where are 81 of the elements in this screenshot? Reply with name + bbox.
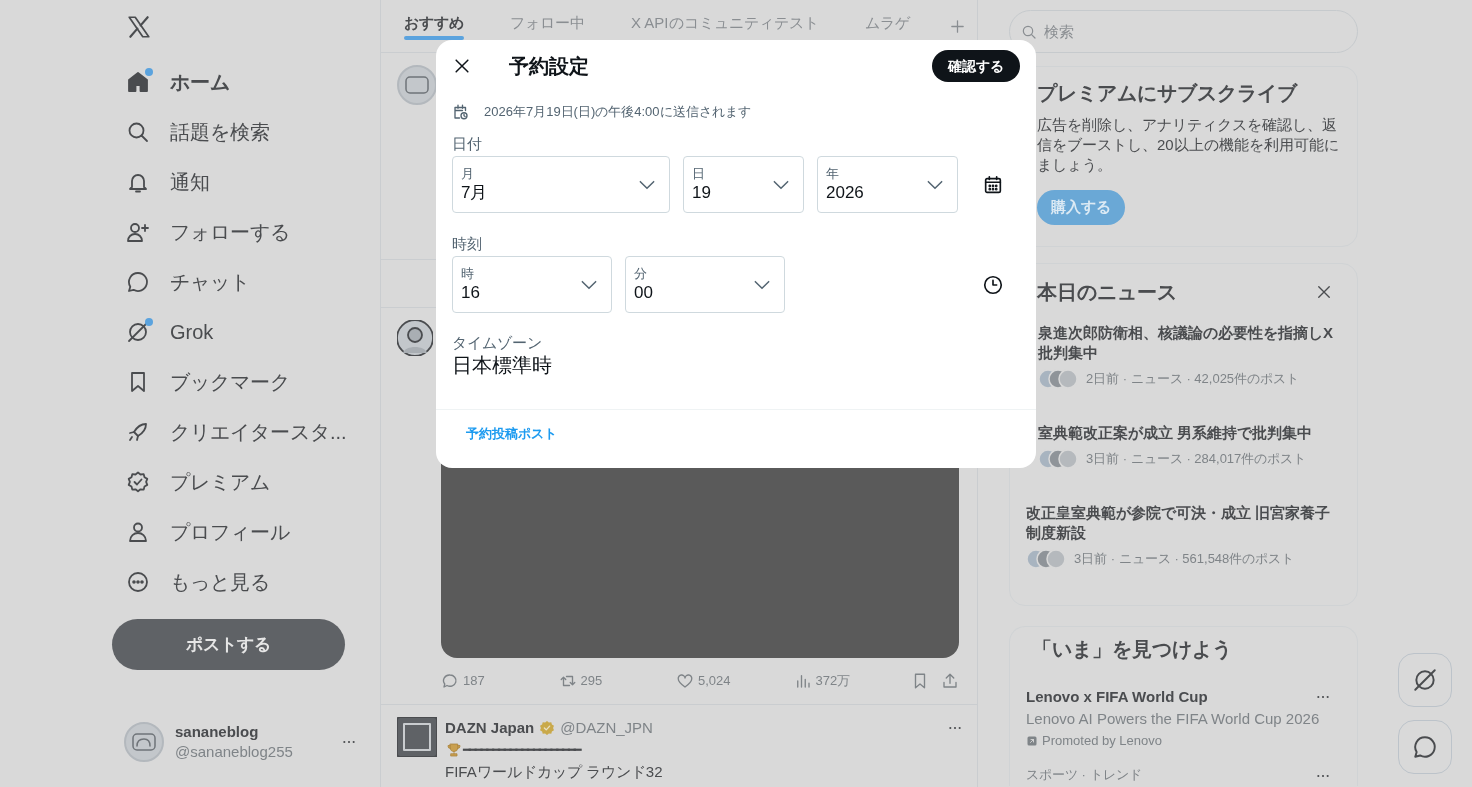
check-badge-icon [126,470,150,494]
schedule-summary: 2026年7月19日(日)の午後4:00に送信されます [484,103,751,122]
card-title: 「いま」を見つけよう [1032,637,1233,662]
nav-link[interactable]: プロフィール [112,507,290,557]
avatar-group [1038,369,1078,389]
grok-button[interactable] [1398,653,1452,707]
calendar-icon[interactable] [982,173,1004,196]
logo-icon[interactable] [126,14,152,40]
trend-subtitle: Lenovo AI Powers the FIFA World Cup 2026 [1026,709,1321,729]
search-icon [1021,24,1037,40]
news-item[interactable]: 改正皇室典範が参院で可決・成立 旧宮家養子 制度新設 3日前 · ニュース · 561,548件のポスト [1010,486,1357,586]
avatar-group [1026,549,1066,569]
nav-link[interactable]: チャット [112,257,250,307]
trophy-icon [445,741,463,759]
chat-button[interactable] [1398,720,1452,774]
search-icon [126,120,150,144]
field-label: タイムゾーン [451,333,543,353]
dialog-title: 予約設定 [509,54,589,79]
nav-link[interactable]: フォローする [112,207,290,257]
person-icon [126,520,150,544]
trend-title[interactable]: Lenovo x FIFA World Cup [1026,687,1341,707]
description-line: 信をブーストし、20以上の機能を利用可能に [1037,135,1340,155]
news-item[interactable]: 室典範改正案が成立 男系維持で批判集中 3日前 · ニュース · 284,017件のポスト [1010,406,1357,486]
reply-icon [441,672,459,690]
nav-link[interactable]: もっと見る [112,557,270,607]
avatar [124,722,164,762]
dropdown-field[interactable]: 年 2026 [817,156,958,213]
news-meta: 2日前 · ニュース · 42,025件のポスト [1086,370,1300,389]
nav-link[interactable]: 話題を検索 [112,107,270,157]
field-label: 時刻 [451,234,483,254]
author-handle: @DAZN_JPN [560,718,653,738]
dropdown-field[interactable]: 月 7月 [452,156,670,213]
avatar-group [1038,449,1078,469]
card-title: 本日のニュース [1037,280,1177,305]
news-meta: 3日前 · ニュース · 561,548件のポスト [1074,550,1295,569]
person-plus-icon [126,220,150,244]
nav-link[interactable]: クリエイタースタ... [112,407,347,457]
card-title: プレミアムにサブスクライブ [1037,81,1299,106]
trend-category: スポーツ · トレンド [1026,768,1142,782]
calendar-clock-icon [452,103,470,121]
nav-link[interactable]: ホーム [112,57,230,107]
notification-dot [145,318,153,326]
promoted-icon [1026,735,1038,747]
post-text: FIFAワールドカップ ラウンド32 [445,762,663,782]
nav-link[interactable]: プレミアム [112,457,270,507]
close-icon[interactable] [1315,283,1333,301]
timeline-tab[interactable]: おすすめ [381,6,487,40]
dropdown-field[interactable]: 日 19 [683,156,804,213]
account-handle: @sananeblog255 [175,742,293,762]
slashed-circle-icon [1412,667,1438,693]
slashed-circle-icon [126,320,150,344]
more-circle-icon [126,570,150,594]
description-line: 広告を削除し、アナリティクスを確認し、返 [1037,115,1338,135]
promoted-label: Promoted by Lenovo [1042,732,1162,750]
account-name: sananeblog [175,722,260,742]
field-label: 日付 [451,134,483,154]
news-item[interactable]: 泉進次郎防衛相、核議論の必要性を指摘しX 批判集中 2日前 · ニュース · 42,025件のポスト [1010,321,1357,406]
avatar [397,717,437,757]
clock-icon[interactable] [982,273,1004,296]
description-line: ましょう。 [1037,155,1113,175]
news-meta: 3日前 · ニュース · 284,017件のポスト [1086,450,1307,469]
rocket-icon [126,420,150,444]
nav-link[interactable]: Grok [112,307,214,357]
nav-link[interactable]: 通知 [112,157,210,207]
dropdown-field[interactable]: 時 16 [452,256,612,313]
search-field[interactable]: 検索 [1009,10,1358,53]
share-icon[interactable] [941,672,959,690]
dropdown-field[interactable]: 分 00 [625,256,785,313]
avatar [397,320,433,356]
chat-bubble-icon [126,270,150,294]
home-icon [126,70,150,94]
heart-icon [676,672,694,690]
timezone-value: 日本標準時 [451,353,553,377]
confirm-button[interactable]: 確認する [932,50,1020,82]
nav-link[interactable]: ブックマーク [112,357,290,407]
post-button[interactable]: ポストする [112,619,345,670]
post-text: ━━━━━━━━━━━━━━━━━━━━ [463,741,580,759]
notification-dot [145,68,153,76]
author-name: DAZN Japan [445,718,535,738]
chat-bubble-icon [1412,734,1438,760]
avatar [397,65,437,105]
